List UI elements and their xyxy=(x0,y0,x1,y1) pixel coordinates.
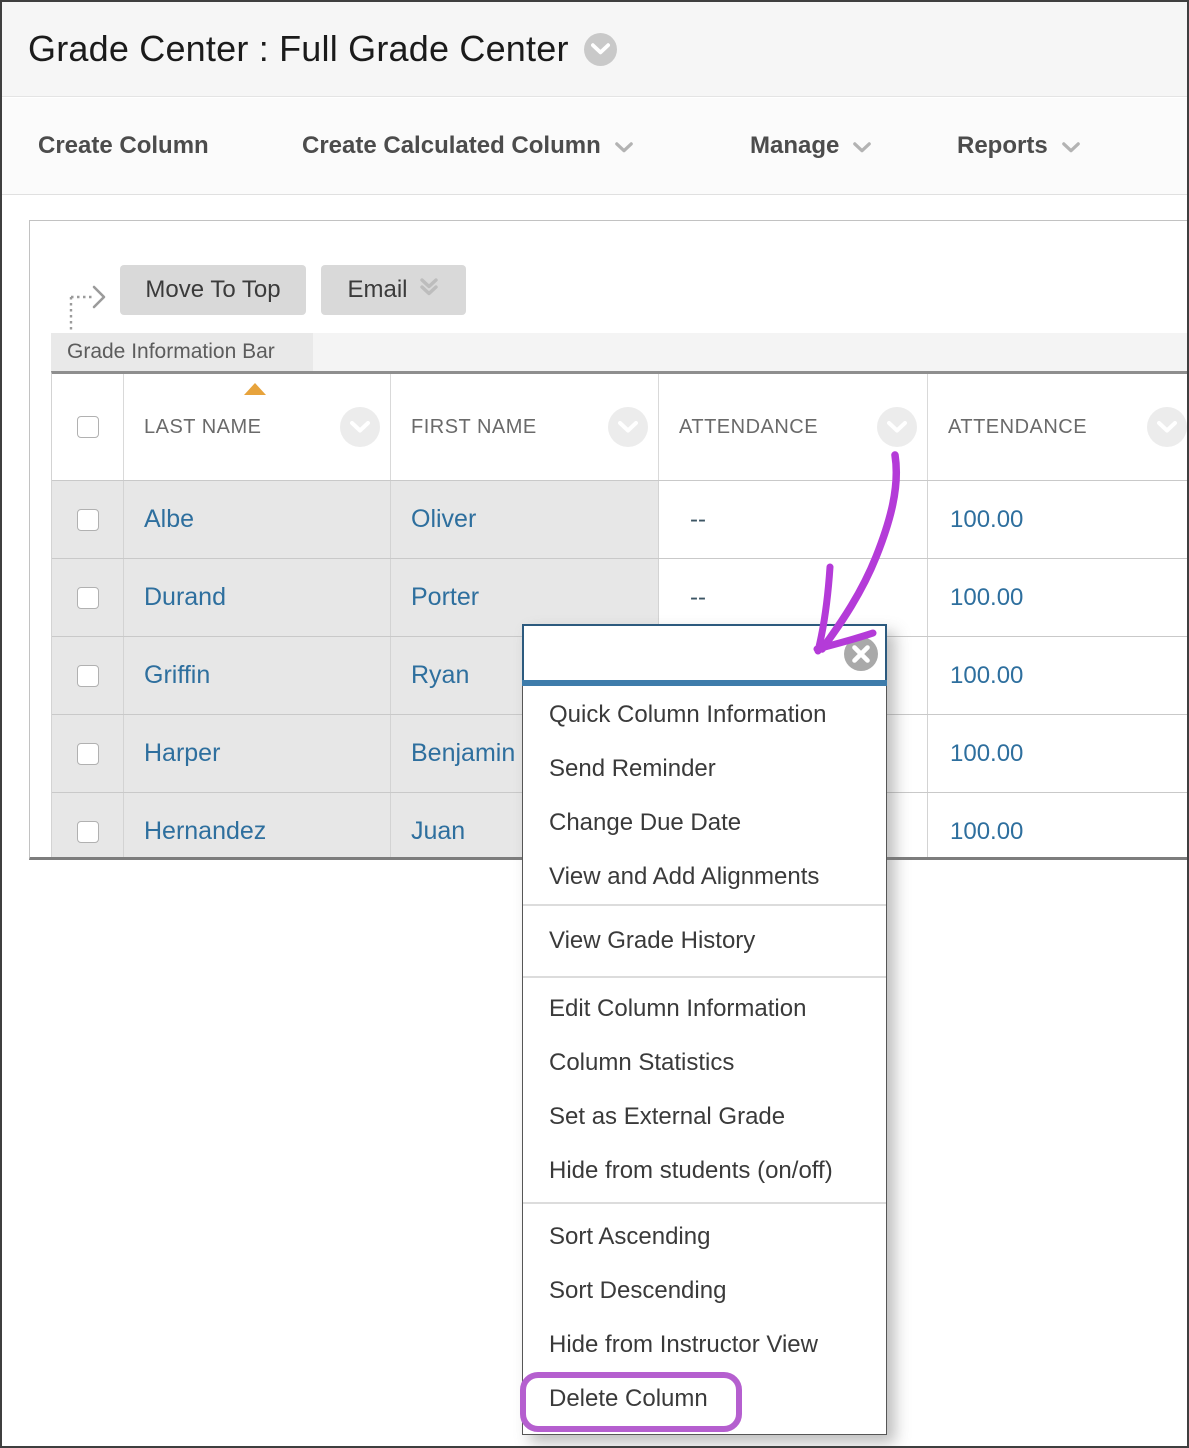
menu-item-delete-column[interactable]: Delete Column xyxy=(523,1372,886,1426)
first-name-menu-chevron-icon[interactable] xyxy=(608,407,648,447)
create-column-label: Create Column xyxy=(38,132,209,160)
row-checkbox[interactable] xyxy=(77,821,99,843)
context-menu-section: Sort Ascending Sort Descending Hide from… xyxy=(523,1204,886,1434)
attendance-2-menu-chevron-icon[interactable] xyxy=(1147,407,1187,447)
attendance-cell[interactable]: -- xyxy=(659,506,706,534)
menu-item-change-due-date[interactable]: Change Due Date xyxy=(523,796,886,850)
attendance-1-header-label[interactable]: ATTENDANCE xyxy=(659,416,818,439)
menu-item-sort-descending[interactable]: Sort Descending xyxy=(523,1264,886,1318)
create-column-button[interactable]: Create Column xyxy=(38,98,209,194)
manage-menu[interactable]: Manage xyxy=(750,98,871,194)
email-label: Email xyxy=(347,276,407,304)
attendance-cell[interactable]: 100.00 xyxy=(928,584,1023,612)
attendance-cell[interactable]: 100.00 xyxy=(928,740,1023,768)
first-name-link[interactable]: Juan xyxy=(391,817,465,846)
context-menu-header xyxy=(522,624,887,680)
move-to-top-button[interactable]: Move To Top xyxy=(120,265,306,315)
chevron-down-icon xyxy=(853,132,871,160)
last-name-header-label[interactable]: LAST NAME xyxy=(124,416,262,439)
menu-item-set-as-external-grade[interactable]: Set as External Grade xyxy=(523,1090,886,1144)
row-checkbox[interactable] xyxy=(77,509,99,531)
reports-label: Reports xyxy=(957,132,1048,160)
last-name-link[interactable]: Hernandez xyxy=(124,817,266,846)
sort-ascending-icon xyxy=(244,383,266,395)
attendance-cell[interactable]: 100.00 xyxy=(928,818,1023,846)
attendance-cell[interactable]: 100.00 xyxy=(928,506,1023,534)
column-header-last-name: LAST NAME xyxy=(124,374,391,480)
attendance-1-menu-chevron-icon[interactable] xyxy=(877,407,917,447)
table-row: Albe Oliver -- 100.00 xyxy=(52,481,1189,559)
column-context-menu: Quick Column Information Send Reminder C… xyxy=(522,624,887,1435)
row-checkbox[interactable] xyxy=(77,743,99,765)
menu-item-hide-from-instructor-view[interactable]: Hide from Instructor View xyxy=(523,1318,886,1372)
chevron-down-icon xyxy=(1062,132,1080,160)
menu-item-send-reminder[interactable]: Send Reminder xyxy=(523,742,886,796)
title-bar: Grade Center : Full Grade Center xyxy=(2,2,1187,97)
attendance-2-header-label[interactable]: ATTENDANCE xyxy=(928,416,1087,439)
column-header-attendance-1: ATTENDANCE xyxy=(659,374,928,480)
context-menu-body: Quick Column Information Send Reminder C… xyxy=(522,686,887,1435)
first-name-link[interactable]: Porter xyxy=(391,583,479,612)
last-name-menu-chevron-icon[interactable] xyxy=(340,407,380,447)
row-checkbox[interactable] xyxy=(77,665,99,687)
title-chevron-down-icon[interactable] xyxy=(584,33,617,66)
menu-item-column-statistics[interactable]: Column Statistics xyxy=(523,1036,886,1090)
create-calculated-column-label: Create Calculated Column xyxy=(302,132,601,160)
grade-information-bar: Grade Information Bar xyxy=(51,333,313,371)
manage-label: Manage xyxy=(750,132,839,160)
table-header-row: LAST NAME FIRST NAME ATTENDANCE xyxy=(52,374,1189,481)
column-header-attendance-2: ATTENDANCE xyxy=(928,374,1189,480)
first-name-link[interactable]: Ryan xyxy=(391,661,469,690)
grade-information-bar-strip: Grade Information Bar xyxy=(51,333,1189,371)
attendance-cell[interactable]: -- xyxy=(659,584,706,612)
menu-item-quick-column-information[interactable]: Quick Column Information xyxy=(523,688,886,742)
last-name-link[interactable]: Harper xyxy=(124,739,220,768)
grade-center-page: Grade Center : Full Grade Center Create … xyxy=(0,0,1189,1448)
menu-item-edit-column-information[interactable]: Edit Column Information xyxy=(523,982,886,1036)
select-all-checkbox[interactable] xyxy=(77,416,99,438)
menu-item-sort-ascending[interactable]: Sort Ascending xyxy=(523,1210,886,1264)
last-name-link[interactable]: Durand xyxy=(124,583,226,612)
page-title: Grade Center : Full Grade Center xyxy=(28,28,569,70)
chevron-down-icon xyxy=(615,132,633,160)
menu-item-hide-from-students[interactable]: Hide from students (on/off) xyxy=(523,1144,886,1198)
attendance-cell[interactable]: 100.00 xyxy=(928,662,1023,690)
first-name-link[interactable]: Benjamin xyxy=(391,739,515,768)
context-menu-section: View Grade History xyxy=(523,906,886,976)
menu-item-view-grade-history[interactable]: View Grade History xyxy=(523,906,755,976)
context-menu-section: Edit Column Information Column Statistic… xyxy=(523,978,886,1202)
context-menu-section: Quick Column Information Send Reminder C… xyxy=(523,686,886,904)
first-name-link[interactable]: Oliver xyxy=(391,505,476,534)
reports-menu[interactable]: Reports xyxy=(957,98,1080,194)
action-bar: Create Column Create Calculated Column M… xyxy=(2,98,1187,195)
double-chevron-down-icon xyxy=(418,276,440,305)
row-checkbox[interactable] xyxy=(77,587,99,609)
create-calculated-column-menu[interactable]: Create Calculated Column xyxy=(302,98,633,194)
close-icon[interactable] xyxy=(843,636,879,672)
first-name-header-label[interactable]: FIRST NAME xyxy=(391,416,537,439)
menu-item-view-and-add-alignments[interactable]: View and Add Alignments xyxy=(523,850,886,904)
move-to-top-label: Move To Top xyxy=(145,276,280,304)
grade-information-bar-label: Grade Information Bar xyxy=(67,340,275,364)
last-name-link[interactable]: Albe xyxy=(124,505,194,534)
last-name-link[interactable]: Griffin xyxy=(124,661,210,690)
header-checkbox-cell xyxy=(52,374,124,480)
column-header-first-name: FIRST NAME xyxy=(391,374,659,480)
email-button[interactable]: Email xyxy=(321,265,466,315)
